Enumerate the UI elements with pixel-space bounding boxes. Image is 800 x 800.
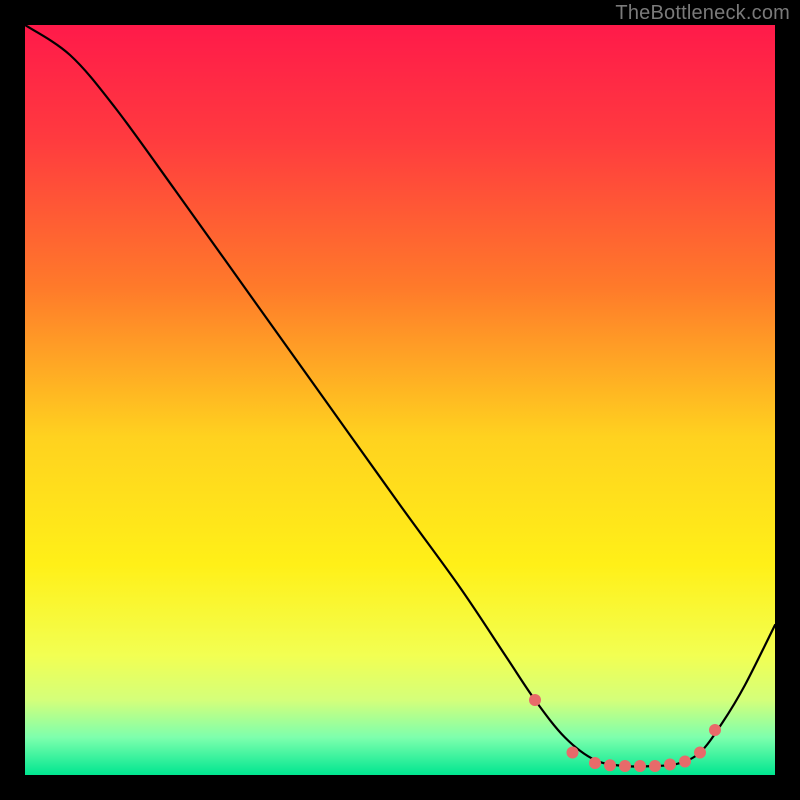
marker-dot bbox=[694, 747, 706, 759]
marker-dot bbox=[589, 757, 601, 769]
marker-dot bbox=[649, 760, 661, 772]
marker-dot bbox=[604, 759, 616, 771]
bottleneck-chart bbox=[25, 25, 775, 775]
marker-dot bbox=[679, 756, 691, 768]
marker-dot bbox=[567, 747, 579, 759]
marker-dot bbox=[529, 694, 541, 706]
marker-dot bbox=[619, 760, 631, 772]
marker-dot bbox=[664, 759, 676, 771]
marker-dot bbox=[709, 724, 721, 736]
attribution-text: TheBottleneck.com bbox=[615, 2, 790, 25]
marker-dot bbox=[634, 760, 646, 772]
